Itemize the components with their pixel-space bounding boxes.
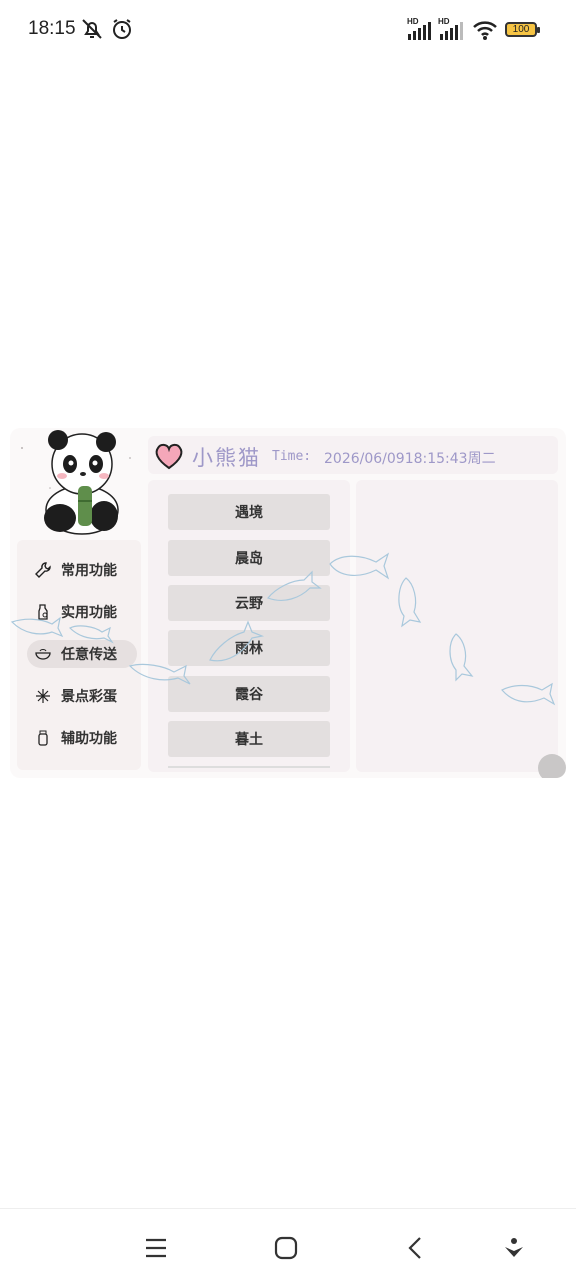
sidebar: 常用功能 实用功能 任意传送 景点彩蛋 辅助功能 (17, 540, 141, 770)
list-divider (168, 766, 330, 768)
destination-button[interactable]: 遇境 (168, 494, 330, 530)
signal-icon (408, 22, 431, 40)
signal-icon (440, 22, 463, 40)
sidebar-item-label: 景点彩蛋 (61, 689, 117, 705)
status-bar: 18:15 HD HD 100 (0, 0, 576, 60)
bell-muted-icon (82, 19, 102, 39)
assistant-icon[interactable] (499, 1233, 529, 1263)
header-bar: 小熊猫 Time: 2026/06/0918:15:43周二 (148, 436, 558, 474)
heart-icon (155, 443, 183, 470)
wifi-icon (473, 21, 497, 40)
corner-handle[interactable] (538, 754, 566, 778)
sidebar-item-assist[interactable]: 辅助功能 (27, 724, 137, 752)
status-time: 18:15 (28, 18, 76, 39)
time-label: Time: (272, 449, 312, 464)
menu-icon[interactable] (141, 1233, 171, 1263)
sidebar-item-label: 辅助功能 (61, 731, 117, 747)
sidebar-item-label: 任意传送 (61, 647, 117, 663)
home-icon[interactable] (271, 1233, 301, 1263)
wrench-icon (33, 560, 53, 580)
sidebar-item-teleport[interactable]: 任意传送 (27, 640, 137, 668)
bottle-icon (33, 602, 53, 622)
destination-button[interactable]: 雨林 (168, 630, 330, 666)
sidebar-item-label: 实用功能 (61, 605, 117, 621)
battery-icon: 100 (505, 22, 540, 37)
teleport-panel: 常用功能 实用功能 任意传送 景点彩蛋 辅助功能 小熊猫 Time: 2026/… (10, 428, 566, 778)
destination-list[interactable]: 遇境 晨岛 云野 雨林 霞谷 暮土 (148, 480, 350, 772)
bowl-icon (33, 644, 53, 664)
time-value: 2026/06/0918:15:43周二 (324, 451, 496, 467)
sidebar-item-common[interactable]: 常用功能 (27, 556, 137, 584)
detail-panel (356, 480, 558, 772)
sidebar-item-easter-eggs[interactable]: 景点彩蛋 (27, 682, 137, 710)
destination-button[interactable]: 霞谷 (168, 676, 330, 712)
sidebar-item-utility[interactable]: 实用功能 (27, 598, 137, 626)
destination-button[interactable]: 暮土 (168, 721, 330, 757)
navigation-bar (0, 1208, 576, 1281)
alarm-icon (113, 19, 131, 39)
back-icon[interactable] (401, 1233, 431, 1263)
destination-button[interactable]: 晨岛 (168, 540, 330, 576)
sparkle-icon (33, 686, 53, 706)
sidebar-item-label: 常用功能 (61, 563, 117, 579)
panda-avatar (44, 430, 119, 535)
page-title: 小熊猫 (192, 446, 261, 470)
jar-icon (33, 728, 53, 748)
destination-button[interactable]: 云野 (168, 585, 330, 621)
